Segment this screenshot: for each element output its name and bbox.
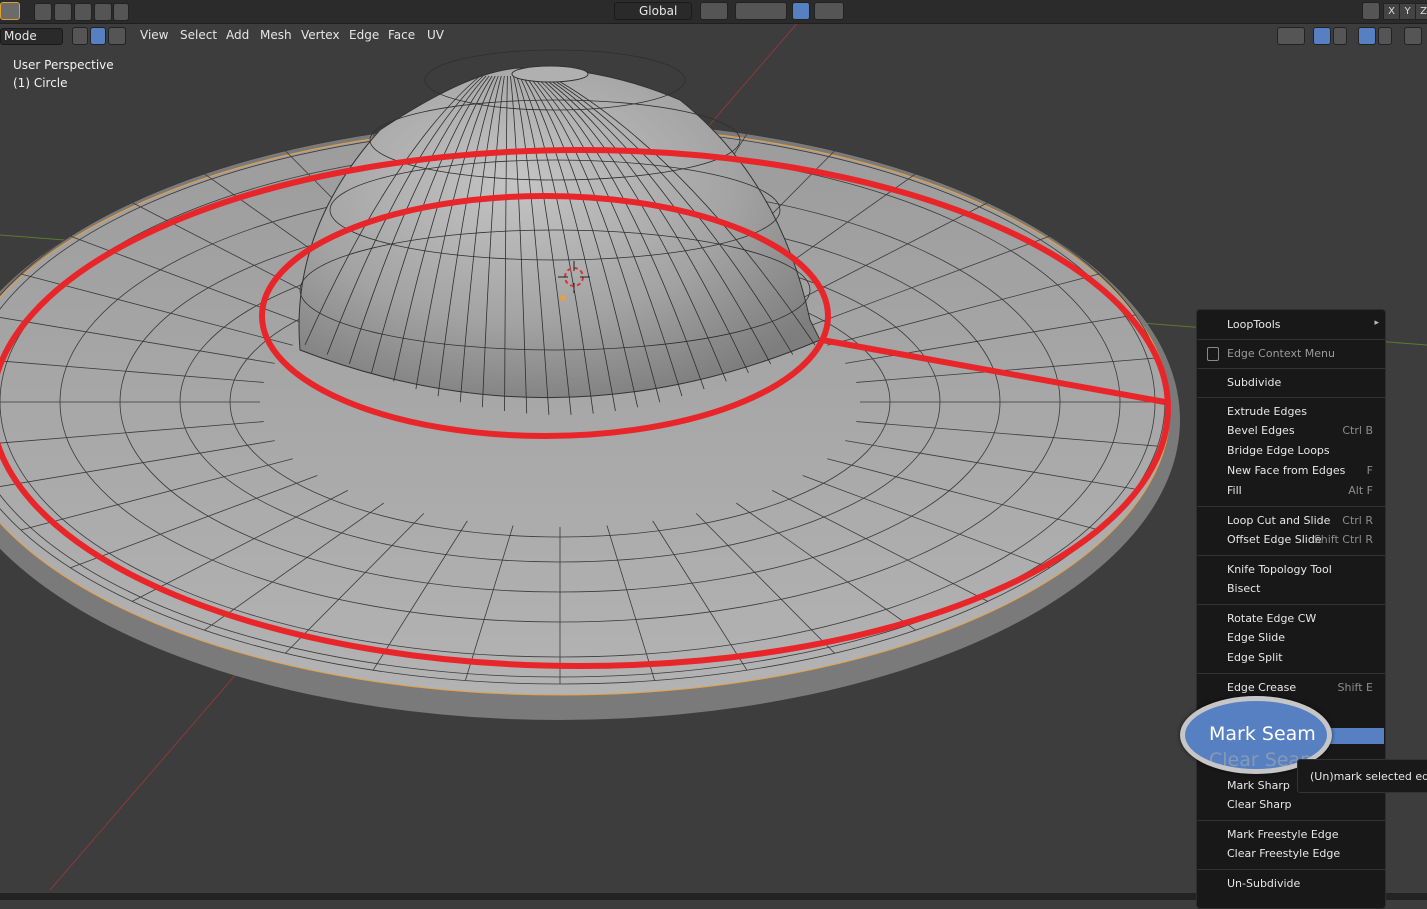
menu-divider [1197, 555, 1385, 556]
menu-divider [1197, 604, 1385, 605]
face-select-icon[interactable] [108, 27, 126, 45]
menu-divider [1197, 368, 1385, 369]
transform-orientation-select[interactable]: Global [614, 2, 692, 20]
menu-item-offset-edge-slide[interactable]: Offset Edge Slide [1227, 533, 1322, 546]
proportional-editing-icon[interactable] [792, 2, 810, 20]
menu-item-loop-cut[interactable]: Loop Cut and Slide [1227, 514, 1330, 527]
shortcut-loop-cut: Ctrl R [1342, 514, 1373, 527]
menu-pin-icon [1207, 347, 1219, 361]
menu-item-edge-slide[interactable]: Edge Slide [1227, 631, 1285, 644]
xray-icon[interactable] [1404, 27, 1422, 45]
box-select-extend-icon[interactable] [54, 3, 72, 21]
visibility-eye-icon[interactable] [1277, 27, 1305, 45]
mirror-z-toggle[interactable]: Z [1415, 3, 1427, 20]
3d-viewport[interactable]: Global X Y Z Mode View Select Add Mesh V… [0, 0, 1427, 909]
shortcut-bevel: Ctrl B [1342, 424, 1373, 437]
view-perspective-label: User Perspective [13, 58, 114, 72]
shortcut-edge-crease: Shift E [1337, 681, 1373, 694]
shortcut-offset-edge-slide: Shift Ctrl R [1313, 533, 1373, 546]
mirror-x-toggle[interactable]: X [1383, 3, 1400, 20]
menu-item-bridge-edge-loops[interactable]: Bridge Edge Loops [1227, 444, 1330, 457]
pivot-point-icon[interactable] [700, 2, 728, 20]
box-select-intersect-icon[interactable] [113, 3, 129, 21]
menu-item-mark-sharp[interactable]: Mark Sharp [1227, 779, 1290, 792]
box-select-invert-icon[interactable] [94, 3, 112, 21]
menu-divider [1197, 397, 1385, 398]
menu-item-bevel-edges[interactable]: Bevel Edges [1227, 424, 1295, 437]
menu-item-edge-crease[interactable]: Edge Crease [1227, 681, 1296, 694]
menu-item-bisect[interactable]: Bisect [1227, 582, 1260, 595]
menu-item-extrude-edges[interactable]: Extrude Edges [1227, 405, 1307, 418]
vertex-select-icon[interactable] [72, 27, 88, 45]
mirror-icon[interactable] [1362, 2, 1380, 20]
transform-orientation-label: Global [639, 4, 678, 18]
overlays-dropdown-icon[interactable] [1378, 27, 1392, 45]
overlays-icon[interactable] [1358, 27, 1376, 45]
viewport-header: Mode View Select Add Mesh Vertex Edge Fa… [0, 24, 1427, 48]
shortcut-fill: Alt F [1348, 484, 1373, 497]
menu-divider [1197, 869, 1385, 870]
menu-add[interactable]: Add [226, 28, 249, 42]
box-select-subtract-icon[interactable] [74, 3, 92, 21]
menu-divider [1197, 820, 1385, 821]
snapping-icon[interactable] [735, 2, 787, 20]
menu-divider [1197, 506, 1385, 507]
tooltip: (Un)mark selected edge [1297, 759, 1427, 793]
menu-select[interactable]: Select [180, 28, 217, 42]
mode-select[interactable]: Mode [0, 28, 63, 45]
submenu-arrow-icon: ▸ [1374, 318, 1379, 328]
menu-face[interactable]: Face [388, 28, 415, 42]
gizmo-icon[interactable] [1313, 27, 1331, 45]
gizmo-dropdown-icon[interactable] [1333, 27, 1347, 45]
mirror-y-toggle[interactable]: Y [1399, 3, 1416, 20]
menu-item-subdivide[interactable]: Subdivide [1227, 376, 1281, 389]
menu-item-edge-split[interactable]: Edge Split [1227, 651, 1283, 664]
active-object-label: (1) Circle [13, 76, 68, 90]
tool-header: Global X Y Z [0, 0, 1427, 24]
menu-item-looptools[interactable]: LoopTools [1227, 318, 1280, 331]
menu-title: Edge Context Menu [1227, 347, 1335, 360]
menu-item-rotate-edge[interactable]: Rotate Edge CW [1227, 612, 1316, 625]
menu-item-mark-freestyle[interactable]: Mark Freestyle Edge [1227, 828, 1339, 841]
menu-mesh[interactable]: Mesh [260, 28, 292, 42]
menu-item-clear-sharp[interactable]: Clear Sharp [1227, 798, 1291, 811]
menu-item-fill[interactable]: Fill [1227, 484, 1242, 497]
box-select-new-icon[interactable] [34, 3, 52, 21]
menu-divider [1197, 339, 1385, 340]
menu-item-mark-seam[interactable]: Mark Seam [1209, 723, 1316, 745]
mode-label: Mode [4, 29, 37, 43]
menu-view[interactable]: View [140, 28, 168, 42]
object-origin-icon [560, 295, 566, 301]
dome-top-cap [511, 65, 589, 83]
select-tool-icon[interactable] [0, 2, 20, 20]
menu-item-knife[interactable]: Knife Topology Tool [1227, 563, 1332, 576]
menu-item-un-subdivide[interactable]: Un-Subdivide [1227, 877, 1300, 890]
menu-vertex[interactable]: Vertex [301, 28, 340, 42]
menu-uv[interactable]: UV [427, 28, 444, 42]
shortcut-new-face: F [1366, 464, 1373, 477]
edge-select-icon[interactable] [90, 27, 106, 45]
menu-divider [1197, 673, 1385, 674]
falloff-icon[interactable] [814, 2, 844, 20]
menu-item-new-face[interactable]: New Face from Edges [1227, 464, 1345, 477]
menu-item-clear-freestyle[interactable]: Clear Freestyle Edge [1227, 847, 1340, 860]
tooltip-text: (Un)mark selected edge [1310, 770, 1427, 783]
edge-context-menu: LoopTools ▸ Edge Context Menu Subdivide … [1196, 309, 1386, 909]
menu-edge[interactable]: Edge [349, 28, 379, 42]
